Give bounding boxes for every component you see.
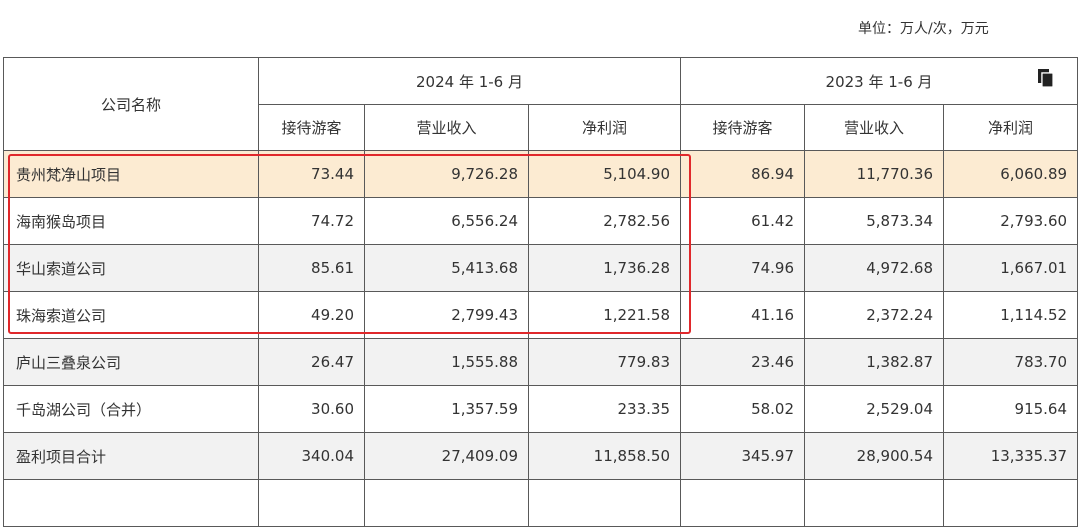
performance-table: 公司名称 2024 年 1-6 月 2023 年 1-6 月 接待游客 营业收入… [3, 57, 1079, 527]
cell-visitors-2023: 41.16 [680, 291, 806, 339]
cell-revenue-2023 [804, 479, 945, 527]
cell-revenue-2023: 1,382.87 [804, 338, 945, 386]
cell-revenue-2024: 2,799.43 [364, 291, 529, 339]
table-row: 盈利项目合计 340.04 27,409.09 11,858.50 345.97… [3, 432, 1079, 480]
table-row: 华山索道公司 85.61 5,413.68 1,736.28 74.96 4,9… [3, 244, 1079, 292]
header-visitors-2023: 接待游客 [680, 104, 806, 151]
cell-profit-2024: 1,736.28 [527, 244, 682, 292]
cell-revenue-2023: 2,529.04 [804, 385, 945, 433]
header-profit-2023: 净利润 [943, 104, 1079, 151]
cell-revenue-2023: 5,873.34 [804, 197, 945, 245]
header-revenue-2023: 营业收入 [804, 104, 945, 151]
cell-profit-2023: 6,060.89 [943, 150, 1079, 198]
cell-profit-2024 [527, 479, 682, 527]
cell-visitors-2024: 30.60 [258, 385, 365, 433]
cell-profit-2023: 915.64 [943, 385, 1079, 433]
unit-label: 单位：万人/次，万元 [858, 21, 989, 37]
cell-profit-2023: 1,667.01 [943, 244, 1079, 292]
cell-visitors-2024: 49.20 [258, 291, 365, 339]
cell-visitors-2023: 345.97 [680, 432, 806, 480]
cell-revenue-2023: 4,972.68 [804, 244, 945, 292]
cell-revenue-2024 [364, 479, 529, 527]
cell-revenue-2024: 5,413.68 [364, 244, 529, 292]
row-name: 海南猴岛项目 [3, 197, 259, 245]
header-profit-2024: 净利润 [527, 104, 682, 151]
row-name: 庐山三叠泉公司 [3, 338, 259, 386]
header-company-name: 公司名称 [3, 57, 259, 151]
cell-profit-2024: 2,782.56 [527, 197, 682, 245]
header-revenue-2024: 营业收入 [364, 104, 529, 151]
cell-profit-2024: 1,221.58 [527, 291, 682, 339]
cell-revenue-2023: 28,900.54 [804, 432, 945, 480]
table-row: 珠海索道公司 49.20 2,799.43 1,221.58 41.16 2,3… [3, 291, 1079, 339]
cell-visitors-2023: 74.96 [680, 244, 806, 292]
cell-profit-2023: 2,793.60 [943, 197, 1079, 245]
table-row: 贵州梵净山项目 73.44 9,726.28 5,104.90 86.94 11… [3, 150, 1079, 198]
cell-visitors-2024: 73.44 [258, 150, 365, 198]
cell-profit-2023: 13,335.37 [943, 432, 1079, 480]
header-visitors-2024: 接待游客 [258, 104, 365, 151]
row-name: 华山索道公司 [3, 244, 259, 292]
cell-revenue-2024: 9,726.28 [364, 150, 529, 198]
row-name [3, 479, 259, 527]
row-name: 千岛湖公司（合并） [3, 385, 259, 433]
cell-visitors-2023: 61.42 [680, 197, 806, 245]
table-row: 庐山三叠泉公司 26.47 1,555.88 779.83 23.46 1,38… [3, 338, 1079, 386]
row-name: 珠海索道公司 [3, 291, 259, 339]
cell-visitors-2024: 340.04 [258, 432, 365, 480]
cell-profit-2024: 233.35 [527, 385, 682, 433]
cell-visitors-2023 [680, 479, 806, 527]
cell-visitors-2024: 26.47 [258, 338, 365, 386]
cell-profit-2024: 5,104.90 [527, 150, 682, 198]
cell-visitors-2024: 74.72 [258, 197, 365, 245]
cell-revenue-2023: 2,372.24 [804, 291, 945, 339]
cell-visitors-2024 [258, 479, 365, 527]
cell-profit-2023: 783.70 [943, 338, 1079, 386]
cell-visitors-2024: 85.61 [258, 244, 365, 292]
cell-profit-2024: 11,858.50 [527, 432, 682, 480]
cell-revenue-2023: 11,770.36 [804, 150, 945, 198]
cell-profit-2023: 1,114.52 [943, 291, 1079, 339]
table-row: 千岛湖公司（合并） 30.60 1,357.59 233.35 58.02 2,… [3, 385, 1079, 433]
header-period-2024: 2024 年 1-6 月 [257, 57, 682, 105]
header-period-2023-label: 2023 年 1-6 月 [825, 72, 933, 91]
cell-visitors-2023: 23.46 [680, 338, 806, 386]
cell-revenue-2024: 6,556.24 [364, 197, 529, 245]
copy-icon[interactable] [1037, 68, 1055, 88]
table-row: 海南猴岛项目 74.72 6,556.24 2,782.56 61.42 5,8… [3, 197, 1079, 245]
cell-profit-2024: 779.83 [527, 338, 682, 386]
cell-revenue-2024: 1,357.59 [364, 385, 529, 433]
header-period-2023: 2023 年 1-6 月 [680, 57, 1079, 105]
cell-profit-2023 [943, 479, 1079, 527]
cell-visitors-2023: 58.02 [680, 385, 806, 433]
cell-visitors-2023: 86.94 [680, 150, 806, 198]
row-name: 贵州梵净山项目 [3, 150, 259, 198]
cell-revenue-2024: 1,555.88 [364, 338, 529, 386]
row-name: 盈利项目合计 [3, 432, 259, 480]
table-row [3, 479, 1079, 527]
cell-revenue-2024: 27,409.09 [364, 432, 529, 480]
